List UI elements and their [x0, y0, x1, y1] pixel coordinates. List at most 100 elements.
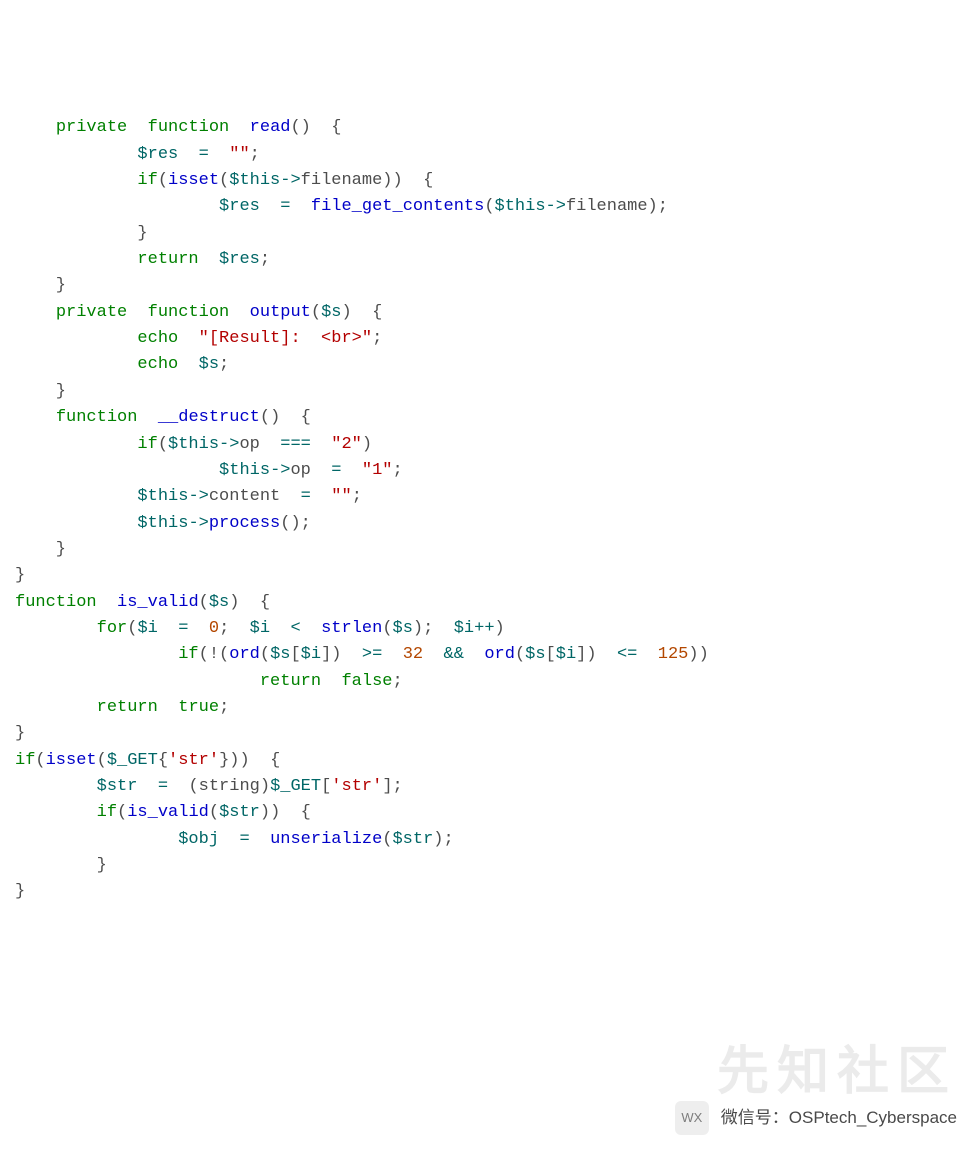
code-token: ->: [188, 514, 208, 533]
code-token: ;: [250, 145, 260, 164]
code-line: echo "[Result]: <br>";: [15, 326, 962, 352]
code-token: process: [209, 514, 280, 533]
code-token: 0: [209, 619, 219, 638]
code-token: $res: [219, 250, 260, 269]
code-line: if($this->op === "2"): [15, 432, 962, 458]
code-token: ;: [392, 672, 402, 691]
code-token: [321, 672, 341, 691]
code-token: [158, 698, 178, 717]
code-token: "[Result]: <br>": [199, 329, 372, 348]
code-line: $res = file_get_contents($this->filename…: [15, 194, 962, 220]
code-token: [270, 619, 290, 638]
code-token: ): [495, 619, 505, 638]
code-token: for: [97, 619, 128, 638]
code-token: {: [158, 751, 168, 770]
code-token: $obj: [178, 830, 219, 849]
code-token: );: [413, 619, 454, 638]
code-token: file_get_contents: [311, 197, 484, 216]
code-token: =: [301, 487, 311, 506]
code-line: function is_valid($s) {: [15, 590, 962, 616]
code-token: "": [229, 145, 249, 164]
code-token: ->: [270, 461, 290, 480]
code-token: 125: [658, 645, 689, 664]
code-token: ]): [321, 645, 362, 664]
code-token: (: [35, 751, 45, 770]
code-token: $i: [250, 619, 270, 638]
code-token: [301, 619, 321, 638]
code-token: ===: [280, 435, 311, 454]
code-token: op: [239, 435, 280, 454]
code-block: private function read() { $res = ""; if(…: [15, 115, 962, 905]
code-line: }: [15, 273, 962, 299]
code-token: [188, 619, 208, 638]
code-token: ;: [219, 619, 250, 638]
code-token: ): [362, 435, 372, 454]
code-token: function: [15, 593, 97, 612]
code-token: [137, 408, 157, 427]
watermark-label: 微信号：: [721, 1108, 789, 1127]
code-token: strlen: [321, 619, 382, 638]
code-token: [15, 435, 137, 454]
code-token: ;: [352, 487, 362, 506]
watermark-text: 微信号：OSPtech_Cyberspace: [721, 1105, 957, 1131]
code-token: [219, 830, 239, 849]
code-line: return $res;: [15, 247, 962, 273]
code-token: ;: [219, 698, 229, 717]
code-token: output: [250, 303, 311, 322]
code-token: =: [199, 145, 209, 164]
code-token: $_GET: [270, 777, 321, 796]
watermark: WX 微信号：OSPtech_Cyberspace: [675, 1101, 957, 1135]
code-token: [15, 461, 219, 480]
code-token: [: [321, 777, 331, 796]
code-token: $_GET: [107, 751, 158, 770]
code-token: })) {: [219, 751, 280, 770]
code-token: (string): [168, 777, 270, 796]
code-token: $this: [229, 171, 280, 190]
code-token: is_valid: [127, 803, 209, 822]
code-token: (: [209, 803, 219, 822]
code-token: }: [15, 566, 25, 585]
code-token: function: [56, 408, 138, 427]
code-token: [229, 303, 249, 322]
code-token: $s: [321, 303, 341, 322]
code-token: ();: [280, 514, 311, 533]
code-token: [15, 619, 97, 638]
code-token: 32: [403, 645, 423, 664]
code-line: }: [15, 879, 962, 905]
code-line: $str = (string)$_GET['str'];: [15, 774, 962, 800]
code-token: unserialize: [270, 830, 382, 849]
wechat-icon: WX: [675, 1101, 709, 1135]
code-token: function: [148, 118, 230, 137]
code-token: );: [433, 830, 453, 849]
code-line: if(isset($_GET{'str'})) {: [15, 748, 962, 774]
code-token: [15, 250, 137, 269]
code-token: [15, 487, 137, 506]
code-token: ;: [372, 329, 382, 348]
code-token: [290, 197, 310, 216]
code-token: [250, 830, 270, 849]
code-token: <=: [617, 645, 637, 664]
code-token: )) {: [260, 803, 311, 822]
code-token: ord: [484, 645, 515, 664]
code-token: [: [290, 645, 300, 664]
code-token: (: [158, 171, 168, 190]
code-token: filename);: [566, 197, 668, 216]
code-line: $this->process();: [15, 511, 962, 537]
code-token: (: [311, 303, 321, 322]
code-token: (: [382, 830, 392, 849]
code-token: [15, 171, 137, 190]
code-token: [127, 118, 147, 137]
code-token: (: [199, 593, 209, 612]
code-token: $i: [454, 619, 474, 638]
code-token: __destruct: [158, 408, 260, 427]
code-line: if(is_valid($str)) {: [15, 800, 962, 826]
code-token: ;: [219, 355, 229, 374]
code-token: [382, 645, 402, 664]
code-token: $i: [556, 645, 576, 664]
code-token: "2": [331, 435, 362, 454]
code-line: function __destruct() {: [15, 405, 962, 431]
code-token: <: [290, 619, 300, 638]
code-token: $s: [209, 593, 229, 612]
code-token: [15, 329, 137, 348]
code-token: $str: [392, 830, 433, 849]
